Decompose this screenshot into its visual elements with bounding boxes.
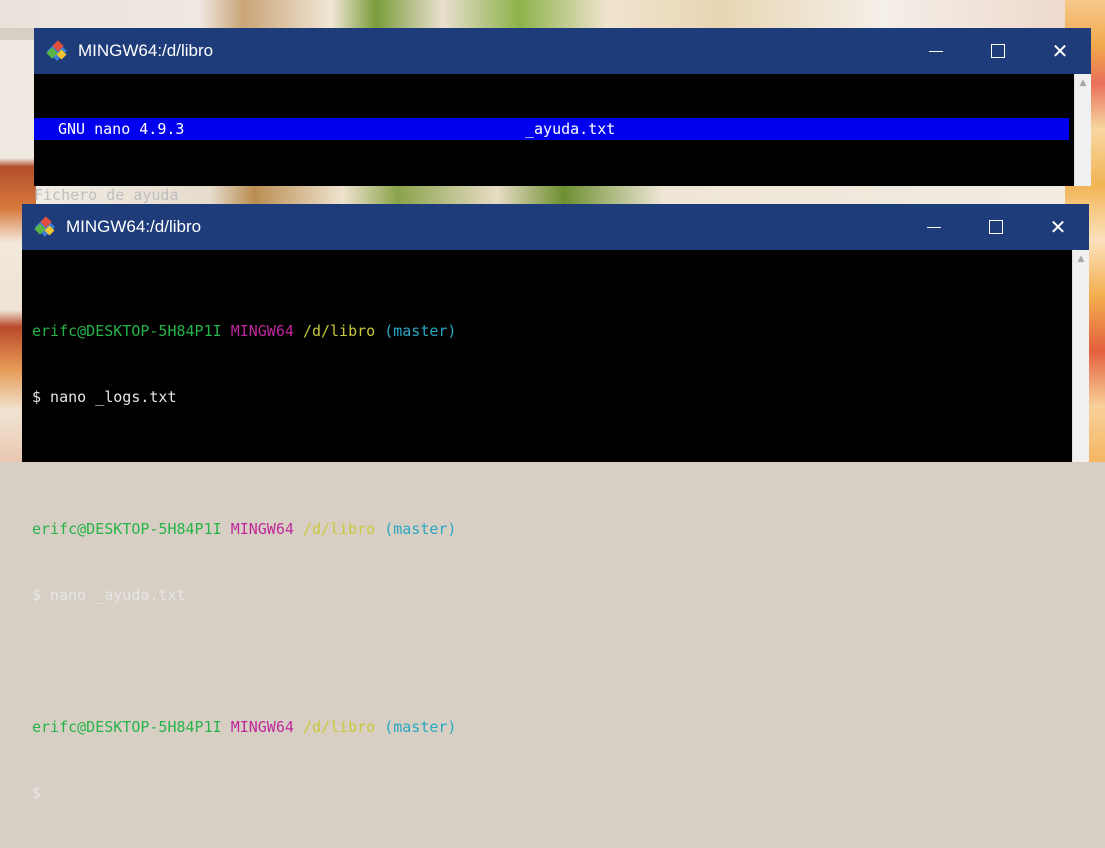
maximize-icon xyxy=(991,44,1005,58)
maximize-button[interactable] xyxy=(967,28,1029,74)
prompt-line: erifc@DESKTOP-5H84P1I MINGW64 /d/libro (… xyxy=(22,518,1073,540)
prompt-system: MINGW64 xyxy=(230,718,294,736)
prompt-branch: (master) xyxy=(384,520,457,538)
scroll-up-arrow-icon[interactable]: ▲ xyxy=(1075,78,1091,88)
terminal-window-nano[interactable]: MINGW64:/d/libro ✕ GNU nano 4.9.3 _ayuda… xyxy=(34,28,1091,204)
vertical-scrollbar[interactable]: ▲ xyxy=(1074,74,1091,186)
file-content-line: Fichero de ayuda xyxy=(34,186,179,204)
minimize-icon xyxy=(929,50,943,52)
nano-version: GNU nano 4.9.3 xyxy=(58,120,185,138)
window-title: MINGW64:/d/libro xyxy=(78,41,214,60)
nano-filename: _ayuda.txt xyxy=(525,120,616,138)
minimize-button[interactable] xyxy=(905,28,967,74)
command-line-current[interactable]: $ xyxy=(22,782,1073,804)
prompt-user-host: erifc@DESKTOP-5H84P1I xyxy=(32,718,222,736)
prompt-line: erifc@DESKTOP-5H84P1I MINGW64 /d/libro (… xyxy=(22,320,1073,342)
terminal-content[interactable]: GNU nano 4.9.3 _ayuda.txt Fichero de ayu… xyxy=(34,74,1075,204)
prompt-path: /d/libro xyxy=(302,322,376,340)
prompt-user-host: erifc@DESKTOP-5H84P1I xyxy=(32,520,222,538)
window-controls: ✕ xyxy=(905,28,1091,74)
vertical-scrollbar[interactable]: ▲ xyxy=(1072,250,1089,462)
prompt-path: /d/libro xyxy=(302,520,376,538)
close-button[interactable]: ✕ xyxy=(1027,204,1089,250)
prompt-branch: (master) xyxy=(384,322,457,340)
close-icon: ✕ xyxy=(1051,39,1069,63)
window-titlebar[interactable]: MINGW64:/d/libro ✕ xyxy=(22,204,1089,250)
prompt-path: /d/libro xyxy=(302,718,376,736)
nano-header-bar: GNU nano 4.9.3 _ayuda.txt xyxy=(34,118,1069,140)
minimize-button[interactable] xyxy=(903,204,965,250)
maximize-icon xyxy=(989,220,1003,234)
prompt-system: MINGW64 xyxy=(230,520,294,538)
command-line: $ nano _ayuda.txt xyxy=(32,586,186,604)
close-icon: ✕ xyxy=(1049,215,1067,239)
desktop-wallpaper-top xyxy=(0,0,1105,28)
scroll-up-arrow-icon[interactable]: ▲ xyxy=(1073,254,1089,264)
window-titlebar[interactable]: MINGW64:/d/libro ✕ xyxy=(34,28,1091,74)
terminal-window-shell[interactable]: MINGW64:/d/libro ✕ erifc@DESKTOP-5H84P1I… xyxy=(22,204,1089,802)
window-title: MINGW64:/d/libro xyxy=(66,217,202,236)
terminal-content[interactable]: erifc@DESKTOP-5H84P1I MINGW64 /d/libro (… xyxy=(22,250,1073,802)
command-line: $ nano _logs.txt xyxy=(32,388,177,406)
close-button[interactable]: ✕ xyxy=(1029,28,1091,74)
window-controls: ✕ xyxy=(903,204,1089,250)
prompt-branch: (master) xyxy=(384,718,457,736)
minimize-icon xyxy=(927,226,941,228)
prompt-user-host: erifc@DESKTOP-5H84P1I xyxy=(32,322,222,340)
maximize-button[interactable] xyxy=(965,204,1027,250)
prompt-line: erifc@DESKTOP-5H84P1I MINGW64 /d/libro (… xyxy=(22,716,1073,738)
git-for-windows-icon xyxy=(46,40,68,62)
prompt-system: MINGW64 xyxy=(230,322,294,340)
git-for-windows-icon xyxy=(34,216,56,238)
